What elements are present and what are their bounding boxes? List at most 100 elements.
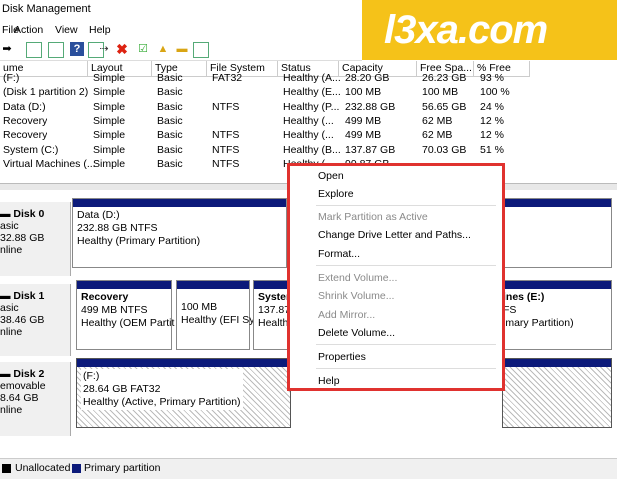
help-icon[interactable]: ?	[70, 42, 84, 56]
window-title: Disk Management	[2, 3, 91, 15]
menu-action[interactable]: Action	[14, 24, 43, 36]
volume-cell: NTFS	[212, 157, 240, 170]
volume-cell: 100 %	[480, 86, 510, 99]
partition-bar	[77, 359, 290, 367]
volume-cell: 24 %	[480, 100, 504, 113]
volume-cell: Recovery	[3, 114, 48, 127]
disk-state: nline	[0, 326, 23, 338]
partition-status: Healthy (Active, Primary Partition)	[83, 396, 241, 408]
menu-item-change-drive-letter[interactable]: Change Drive Letter and Paths...	[318, 229, 471, 241]
disk-size: 32.88 GB	[0, 232, 45, 244]
primary-swatch	[72, 464, 81, 473]
disk-name: Disk 1	[13, 290, 45, 302]
menu-item-explore[interactable]: Explore	[318, 188, 354, 200]
legend-unallocated: Unallocated	[15, 462, 71, 474]
partition-status: Healthy (OEM Partit	[81, 317, 175, 329]
volume-cell: 100 MB	[422, 86, 459, 99]
menu-item-delete-volume[interactable]: Delete Volume...	[318, 327, 395, 339]
volume-cell: Simple	[93, 129, 126, 142]
separator	[316, 344, 496, 345]
volume-cell: 12 %	[480, 129, 504, 142]
menu-item-format[interactable]: Format...	[318, 248, 360, 260]
volume-cell: Data (D:)	[3, 100, 46, 113]
delete-icon[interactable]: ✖	[115, 42, 129, 56]
partition-bar	[502, 199, 611, 207]
menu-item-properties[interactable]: Properties	[318, 351, 366, 363]
disk-type: emovable	[0, 380, 46, 392]
partition-data-d-right[interactable]	[502, 198, 612, 268]
volume-cell: Basic	[157, 100, 183, 113]
partition-status: Healthy (Primary Partition)	[77, 235, 201, 247]
volume-cell: 137.87 GB	[345, 143, 396, 156]
volume-cell: 499 MB	[345, 129, 382, 142]
volume-cell: Simple	[93, 86, 126, 99]
volume-cell: 93 %	[480, 72, 504, 84]
disk-state: nline	[0, 404, 23, 416]
volume-cell: 28.20 GB	[345, 72, 390, 84]
check-icon[interactable]: ☑	[136, 42, 150, 56]
folder-up-icon[interactable]: ▲	[156, 42, 170, 56]
separator	[316, 205, 496, 206]
connect-disk-icon[interactable]: ⇢	[97, 42, 111, 56]
partition-virtual-machines-e[interactable]: ines (E:) FS imary Partition)	[502, 280, 612, 350]
volume-cell: 100 MB	[345, 86, 382, 99]
volume-cell: 62 MB	[422, 129, 453, 142]
disk-icon: ▬	[0, 290, 11, 302]
volume-cell: Healthy (A...	[283, 72, 341, 84]
menu-view[interactable]: View	[55, 24, 78, 36]
disk-state: nline	[0, 244, 23, 256]
partition-name: ines (E:)	[503, 291, 545, 303]
partition-bar	[73, 199, 286, 207]
volume-cell: Healthy (B...	[283, 143, 341, 156]
partition-f-right[interactable]	[502, 358, 612, 428]
partition-bar	[177, 281, 249, 289]
volume-cell: 232.88 GB	[345, 100, 396, 113]
volume-cell: 51 %	[480, 143, 504, 156]
partition-f[interactable]: (F:) 28.64 GB FAT32 Healthy (Active, Pri…	[76, 358, 291, 428]
partition-bar	[503, 281, 611, 289]
volume-cell: Basic	[157, 72, 183, 84]
volume-cell: NTFS	[212, 129, 240, 142]
volume-cell: Healthy (E...	[283, 86, 341, 99]
volume-cell: Simple	[93, 157, 126, 170]
volume-cell: Healthy (...	[283, 114, 334, 127]
volume-cell: Simple	[93, 100, 126, 113]
partition-efi[interactable]: 100 MB Healthy (EFI Sy	[176, 280, 255, 350]
partition-bar	[503, 359, 611, 367]
unallocated-swatch	[2, 464, 11, 473]
disk-0-label[interactable]: ▬ Disk 0 asic 32.88 GB nline	[0, 202, 71, 276]
disk-name: Disk 2	[13, 368, 45, 380]
separator	[316, 265, 496, 266]
show-hide-tree-icon[interactable]	[26, 42, 42, 58]
volume-cell: 56.65 GB	[422, 100, 467, 113]
folder-icon[interactable]: ▬	[175, 42, 189, 56]
watermark-logo: l3xa.com	[362, 0, 617, 60]
forward-arrow-icon[interactable]: ➡	[0, 42, 14, 56]
menu-help[interactable]: Help	[89, 24, 111, 36]
view-icon[interactable]	[193, 42, 209, 58]
volume-cell: Simple	[93, 114, 126, 127]
volume-cell: Virtual Machines (...	[3, 157, 96, 170]
volume-cell: Basic	[157, 86, 183, 99]
volume-cell: Basic	[157, 114, 183, 127]
menu-item-shrink-volume: Shrink Volume...	[318, 290, 395, 302]
partition-recovery[interactable]: Recovery 499 MB NTFS Healthy (OEM Partit	[76, 280, 175, 350]
volume-cell: NTFS	[212, 143, 240, 156]
partition-name: Recovery	[81, 291, 129, 303]
disk-2-label[interactable]: ▬ Disk 2 emovable 8.64 GB nline	[0, 362, 71, 436]
disk-size: 38.46 GB	[0, 314, 45, 326]
menu-item-open[interactable]: Open	[318, 170, 344, 182]
menu-item-help[interactable]: Help	[318, 375, 340, 387]
partition-status: Healthy (EFI Sy	[181, 314, 255, 326]
partition-detail: FS	[503, 304, 517, 316]
volume-cell: FAT32	[212, 72, 243, 84]
list-view-icon[interactable]	[48, 42, 64, 58]
volume-cell: Simple	[93, 72, 126, 84]
disk-1-label[interactable]: ▬ Disk 1 asic 38.46 GB nline	[0, 284, 71, 356]
partition-data-d[interactable]: Data (D:) 232.88 GB NTFS Healthy (Primar…	[72, 198, 287, 268]
partition-bar	[77, 281, 171, 289]
volume-cell: 26.23 GB	[422, 72, 467, 84]
menu-item-extend-volume: Extend Volume...	[318, 272, 398, 284]
disk-size: 8.64 GB	[0, 392, 39, 404]
toolbar: ➡ ? ⇢ ✖ ☑ ▲ ▬	[0, 38, 362, 61]
